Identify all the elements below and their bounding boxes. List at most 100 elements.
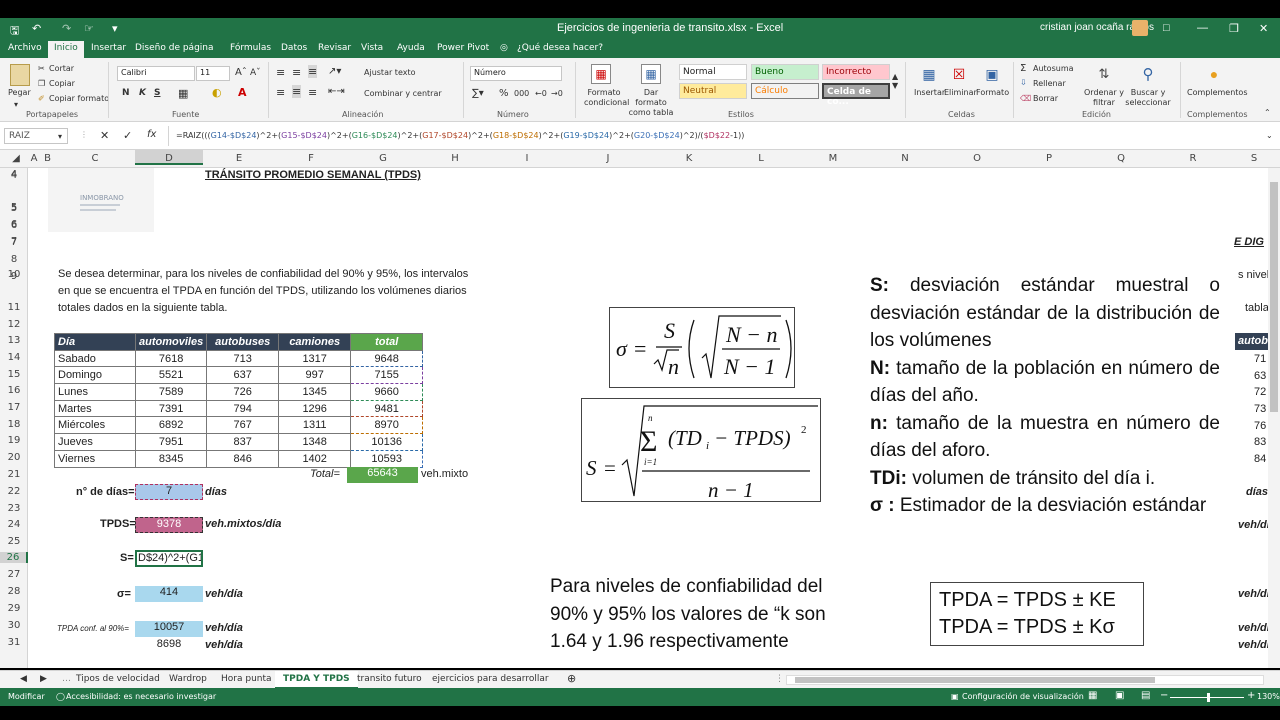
tab-archivo[interactable]: Archivo	[8, 43, 42, 53]
tell-me-search[interactable]: ¿Qué desea hacer?	[517, 43, 603, 53]
row-header[interactable]: 6	[0, 220, 28, 231]
table-cell[interactable]: 1311	[278, 416, 352, 435]
column-header[interactable]: A	[28, 153, 40, 164]
row-header[interactable]: 16	[0, 385, 28, 396]
expand-formula-icon[interactable]: ⌄	[1266, 131, 1273, 140]
decrease-decimal-icon[interactable]: →0	[551, 89, 563, 98]
table-cell[interactable]: 7391	[134, 399, 208, 418]
column-header[interactable]: B	[40, 153, 55, 164]
table-cell[interactable]: 6892	[134, 416, 208, 435]
row-header[interactable]: 24	[0, 519, 28, 530]
styles-scroll-icon[interactable]: ▲ ▼	[892, 72, 898, 90]
indent-icon[interactable]: ⇤⇥	[328, 86, 345, 97]
row-header[interactable]: 19	[0, 435, 28, 446]
avatar[interactable]	[1132, 20, 1148, 36]
column-header[interactable]: G	[347, 153, 419, 164]
scroll-tabs-left-icon[interactable]: ◀	[20, 674, 27, 684]
font-size-select[interactable]: 11	[196, 66, 230, 81]
fill-icon[interactable]: ⇩	[1020, 78, 1027, 87]
formula-input[interactable]: =RAIZ(((G14-$D$24)^2+(G15-$D$24)^2+(G16-…	[176, 131, 744, 140]
add-sheet-icon[interactable]: ⊕	[567, 672, 576, 685]
format-cells-icon[interactable]: ▣	[982, 64, 1002, 84]
horizontal-scroll-thumb[interactable]	[795, 677, 1155, 683]
paste-icon[interactable]	[10, 64, 30, 86]
row-header[interactable]: 28	[0, 586, 28, 597]
ribbon-options-icon[interactable]: □	[1163, 22, 1170, 34]
merge-center-button[interactable]: Combinar y centrar	[364, 89, 442, 98]
vertical-scroll-thumb[interactable]	[1270, 182, 1278, 412]
tpds-value[interactable]: 9378	[135, 517, 203, 533]
table-cell[interactable]: Sabado	[54, 349, 136, 368]
decrease-font-icon[interactable]: Aˇ	[250, 68, 261, 78]
zoom-out-icon[interactable]: −	[1160, 690, 1168, 701]
row-header[interactable]: 5	[0, 203, 28, 214]
tab-datos[interactable]: Datos	[281, 43, 307, 53]
column-header[interactable]: J	[563, 153, 653, 164]
autosum-icon[interactable]: Σ	[1020, 63, 1026, 74]
table-cell[interactable]: 1348	[278, 433, 352, 451]
borders-icon[interactable]: ▦	[178, 87, 188, 100]
table-cell[interactable]: 7951	[134, 433, 208, 451]
tab-ayuda[interactable]: Ayuda	[397, 43, 425, 53]
sheet-tab-active[interactable]: TPDA Y TPDS	[275, 671, 358, 689]
increase-decimal-icon[interactable]: ←0	[535, 89, 547, 98]
display-settings-button[interactable]: Configuración de visualización	[962, 692, 1084, 701]
table-cell-total[interactable]: 10593	[350, 449, 424, 468]
comma-style-icon[interactable]: 000	[514, 89, 529, 98]
table-cell[interactable]: 837	[206, 433, 280, 451]
number-format-select[interactable]: Número	[470, 66, 562, 81]
cut-icon[interactable]: ✂	[38, 64, 45, 73]
table-cell[interactable]: 997	[278, 366, 352, 385]
table-cell[interactable]: 637	[206, 366, 280, 385]
table-cell-total[interactable]: 9660	[350, 383, 424, 401]
addins-icon[interactable]: ●	[1204, 64, 1224, 84]
find-select-button[interactable]: Buscar y seleccionar	[1122, 88, 1174, 108]
table-cell[interactable]: Viernes	[54, 449, 136, 468]
table-cell[interactable]: 794	[206, 399, 280, 418]
row-header[interactable]: 17	[0, 402, 28, 413]
table-cell-total[interactable]: 7155	[350, 366, 424, 385]
column-header[interactable]: M	[797, 153, 869, 164]
conditional-format-button[interactable]: Formato condicional	[584, 88, 629, 108]
row-header[interactable]: 21	[0, 469, 28, 480]
style-bad[interactable]: Incorrecto	[822, 64, 890, 80]
row-header[interactable]: 31	[0, 637, 28, 648]
underline-button[interactable]: S	[154, 88, 160, 98]
redo-icon[interactable]: ↷	[62, 22, 71, 35]
undo-icon[interactable]: ↶	[32, 22, 41, 35]
zoom-level[interactable]: 130%	[1257, 692, 1280, 701]
conditional-format-icon[interactable]: ▦	[591, 64, 611, 84]
align-right-icon[interactable]: ≡	[308, 86, 317, 99]
row-header[interactable]: 20	[0, 452, 28, 463]
orientation-icon[interactable]: ↗▾	[328, 66, 341, 77]
page-break-icon[interactable]: ▤	[1141, 690, 1150, 701]
tab-power-pivot[interactable]: Power Pivot	[437, 43, 489, 53]
column-header[interactable]: S	[1229, 153, 1279, 164]
fill-button[interactable]: Rellenar	[1033, 79, 1066, 88]
table-cell[interactable]: Jueves	[54, 433, 136, 451]
format-table-button[interactable]: Dar formato como tabla	[628, 88, 674, 118]
insert-cells-icon[interactable]: ▦	[919, 64, 939, 84]
sheet-tab[interactable]: ejercicios para desarrollar	[432, 674, 549, 684]
normal-view-icon[interactable]: ▦	[1088, 690, 1097, 701]
row-header[interactable]: 27	[0, 569, 28, 580]
row-header[interactable]: 15	[0, 369, 28, 380]
table-cell[interactable]: Lunes	[54, 383, 136, 401]
touch-mode-icon[interactable]: ☞	[84, 22, 94, 35]
table-cell[interactable]: 1317	[278, 349, 352, 368]
table-cell[interactable]: 713	[206, 349, 280, 368]
worksheet-grid[interactable]: INMOBRANO TRÁNSITO PROMEDIO SEMANAL (TPD…	[28, 168, 1268, 668]
days-value[interactable]: 7	[135, 484, 203, 500]
column-header[interactable]: Q	[1085, 153, 1157, 164]
name-box-dropdown-icon[interactable]: ▾	[58, 132, 62, 141]
zoom-slider-thumb[interactable]	[1207, 693, 1210, 702]
sheet-tab[interactable]: transito futuro	[357, 674, 422, 684]
vertical-scrollbar[interactable]	[1268, 168, 1280, 668]
tab-vista[interactable]: Vista	[361, 43, 383, 53]
tpda90-low-value[interactable]: 8698	[135, 638, 203, 654]
enter-icon[interactable]: ✓	[123, 129, 132, 142]
sort-filter-icon[interactable]: ⇅	[1094, 64, 1114, 84]
wrap-text-button[interactable]: Ajustar texto	[364, 68, 416, 77]
column-header[interactable]: H	[419, 153, 491, 164]
style-normal[interactable]: Normal	[679, 64, 747, 80]
